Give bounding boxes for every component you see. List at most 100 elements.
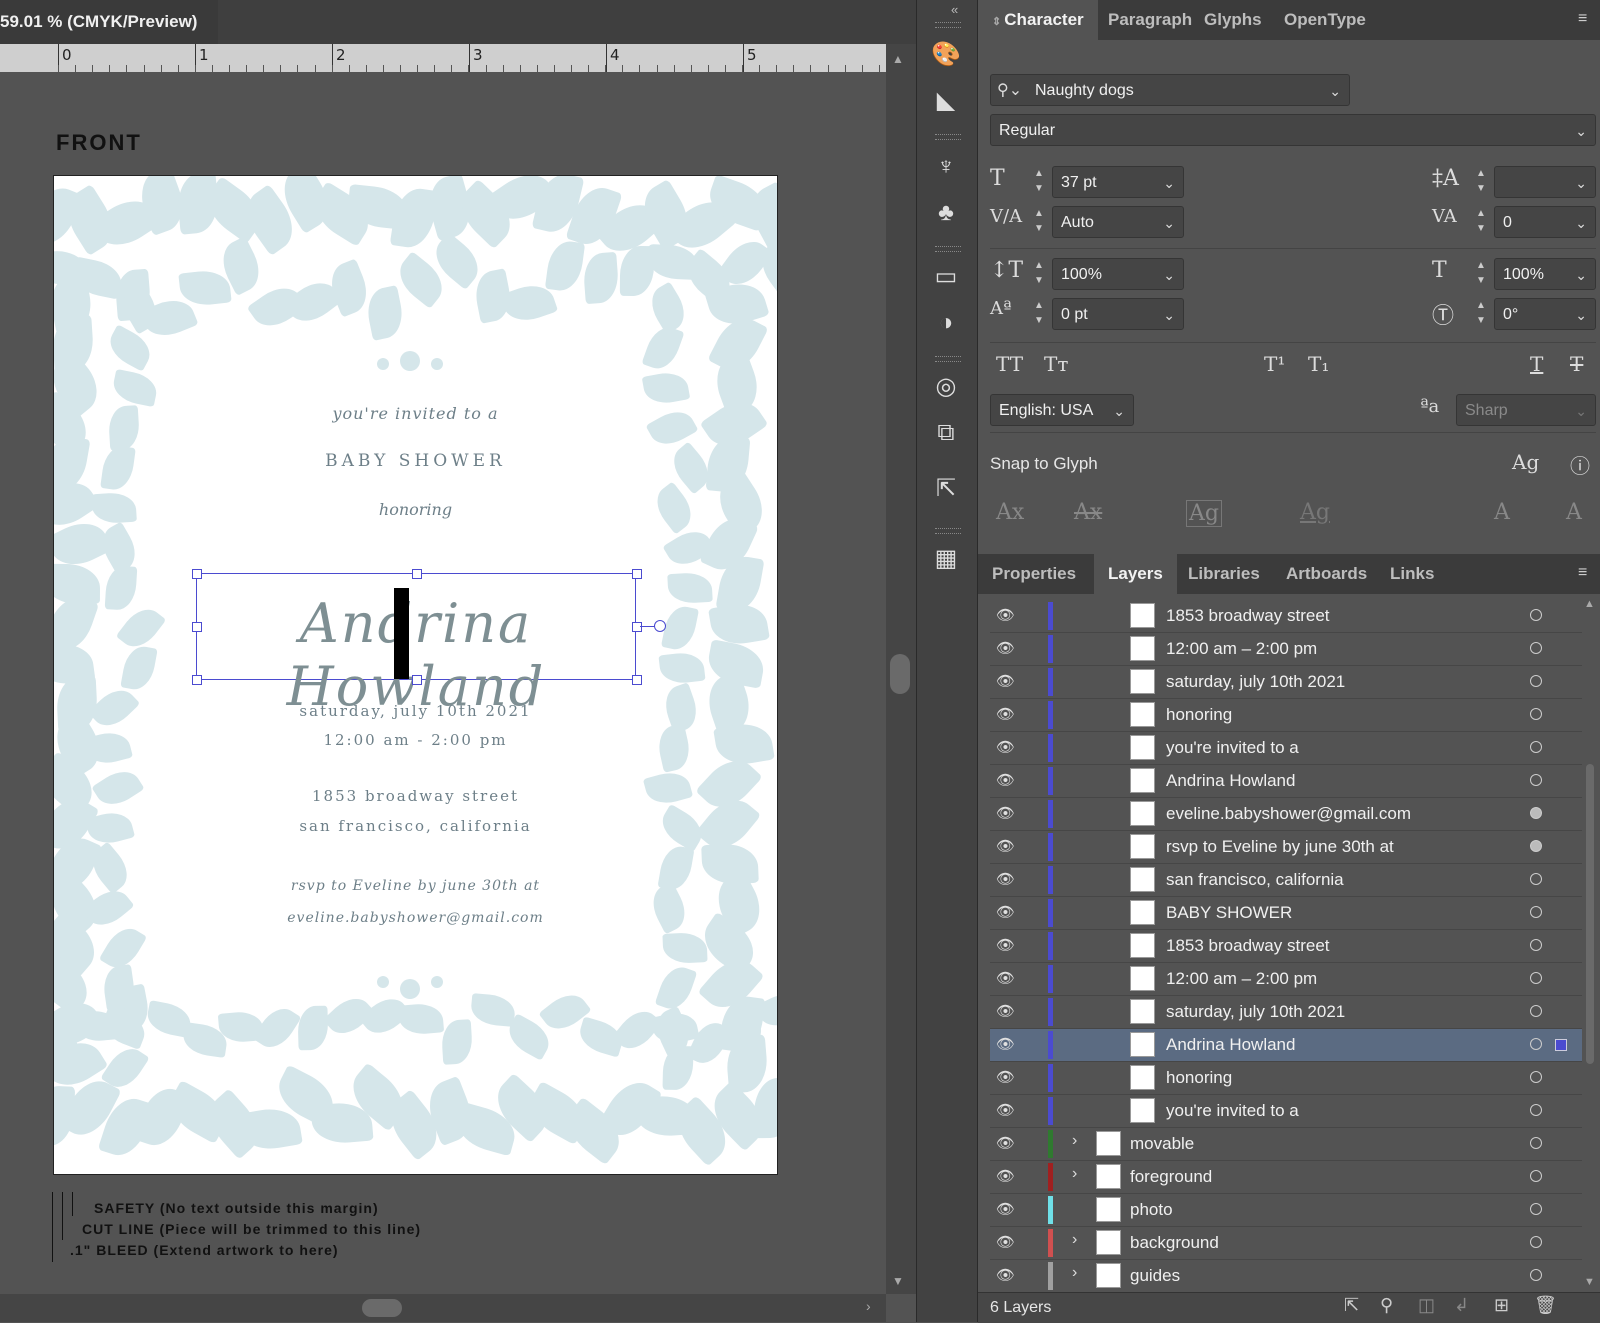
appearance-icon[interactable]: ◎ xyxy=(931,372,961,402)
document-tab[interactable]: 59.01 % (CMYK/Preview) xyxy=(0,0,219,44)
panel-menu-icon[interactable]: ≡ xyxy=(1578,564,1587,582)
layer-name[interactable]: saturday, july 10th 2021 xyxy=(1166,1002,1345,1022)
visibility-eye-icon[interactable]: 👁 xyxy=(996,837,1015,855)
invite-street[interactable]: 1853 broadway street xyxy=(54,787,777,805)
layer-row[interactable]: 👁 12:00 am – 2:00 pm xyxy=(990,633,1582,666)
transparency-icon[interactable]: ◑ xyxy=(931,308,961,338)
visibility-eye-icon[interactable]: 👁 xyxy=(996,1035,1015,1053)
dock-grip[interactable] xyxy=(935,356,961,362)
name-text-frame[interactable]: Andrina Howland xyxy=(196,573,636,718)
collapse-arrows-icon[interactable]: ⇕ xyxy=(992,16,1004,28)
horizontal-scale-stepper[interactable]: ▲ ▼ xyxy=(1470,258,1492,290)
layer-name[interactable]: Andrina Howland xyxy=(1166,771,1295,791)
scroll-up-icon[interactable]: ▲ xyxy=(892,52,904,66)
layer-row[interactable]: 👁 1853 broadway street xyxy=(990,930,1582,963)
layer-row[interactable]: 👁 1853 broadway street xyxy=(990,600,1582,633)
invite-rsvp[interactable]: rsvp to Eveline by june 30th at xyxy=(54,878,777,894)
artboard[interactable]: you're invited to a BABY SHOWER honoring… xyxy=(53,175,778,1175)
layer-row[interactable]: 👁 you're invited to a xyxy=(990,1095,1582,1128)
layer-target-icon[interactable] xyxy=(1530,1203,1542,1215)
invite-city[interactable]: san francisco, california xyxy=(54,817,777,835)
tab-opentype[interactable]: OpenType xyxy=(1270,0,1380,40)
dock-grip[interactable] xyxy=(935,22,961,28)
chevron-right-icon[interactable]: › xyxy=(1072,1165,1077,1183)
invite-line-honoring[interactable]: honoring xyxy=(54,500,777,519)
layer-target-icon[interactable] xyxy=(1530,939,1542,951)
layer-row[interactable]: 👁 honoring xyxy=(990,699,1582,732)
transform-icon[interactable]: ⧉ xyxy=(931,418,961,448)
layer-row[interactable]: 👁 rsvp to Eveline by june 30th at xyxy=(990,831,1582,864)
visibility-eye-icon[interactable]: 👁 xyxy=(996,705,1015,723)
layer-target-icon[interactable] xyxy=(1530,1236,1542,1248)
gradient-icon[interactable]: ▭ xyxy=(931,262,961,292)
layer-row[interactable]: 👁 saturday, july 10th 2021 xyxy=(990,666,1582,699)
layer-name[interactable]: honoring xyxy=(1166,1068,1232,1088)
selection-handle[interactable] xyxy=(192,569,202,579)
layer-name[interactable]: you're invited to a xyxy=(1166,1101,1299,1121)
vertical-scale-stepper[interactable]: ▲ ▼ xyxy=(1028,258,1050,290)
visibility-eye-icon[interactable]: 👁 xyxy=(996,903,1015,921)
layer-target-icon[interactable] xyxy=(1530,906,1542,918)
layer-name[interactable]: san francisco, california xyxy=(1166,870,1344,890)
tab-libraries[interactable]: Libraries xyxy=(1174,554,1274,594)
selection-handle[interactable] xyxy=(632,569,642,579)
invite-name[interactable]: Andrina Howland xyxy=(197,592,635,718)
kerning-field[interactable]: Auto ⌄ xyxy=(1052,206,1184,238)
top-layer-row[interactable]: 👁 › guides xyxy=(990,1260,1582,1293)
snap-xheight-icon[interactable]: Ax xyxy=(1074,500,1102,525)
scroll-up-icon[interactable]: ▲ xyxy=(1584,598,1595,610)
tab-artboards[interactable]: Artboards xyxy=(1272,554,1381,594)
underline-icon[interactable]: T xyxy=(1530,352,1543,376)
layer-name[interactable]: foreground xyxy=(1130,1167,1212,1187)
export-icon[interactable]: ⇱ xyxy=(931,474,961,504)
layer-row[interactable]: 👁 you're invited to a xyxy=(990,732,1582,765)
vertical-scale-field[interactable]: 100% ⌄ xyxy=(1052,258,1184,290)
layer-target-icon[interactable] xyxy=(1530,807,1542,819)
layer-name[interactable]: saturday, july 10th 2021 xyxy=(1166,672,1345,692)
layer-name[interactable]: you're invited to a xyxy=(1166,738,1299,758)
layer-name[interactable]: eveline.babyshower@gmail.com xyxy=(1166,804,1411,824)
top-layer-row[interactable]: 👁 › movable xyxy=(990,1128,1582,1161)
layer-target-icon[interactable] xyxy=(1530,1038,1542,1050)
layer-target-icon[interactable] xyxy=(1530,1104,1542,1116)
leading-field[interactable]: ⌄ xyxy=(1494,166,1596,198)
layer-target-icon[interactable] xyxy=(1530,708,1542,720)
chevron-down-icon[interactable]: ⌄ xyxy=(1329,75,1341,107)
chevron-down-icon[interactable]: ⌄ xyxy=(1163,259,1175,291)
selection-handle[interactable] xyxy=(632,675,642,685)
baseline-shift-stepper[interactable]: ▲ ▼ xyxy=(1028,298,1050,330)
tracking-stepper[interactable]: ▲ ▼ xyxy=(1470,206,1492,238)
layer-target-icon[interactable] xyxy=(1530,1170,1542,1182)
visibility-eye-icon[interactable]: 👁 xyxy=(996,804,1015,822)
selection-handle[interactable] xyxy=(632,622,642,632)
visibility-eye-icon[interactable]: 👁 xyxy=(996,1134,1015,1152)
subscript-icon[interactable]: T₁ xyxy=(1308,352,1329,376)
tracking-field[interactable]: 0 ⌄ xyxy=(1494,206,1596,238)
layer-name[interactable]: background xyxy=(1130,1233,1219,1253)
visibility-eye-icon[interactable]: 👁 xyxy=(996,1167,1015,1185)
visibility-eye-icon[interactable]: 👁 xyxy=(996,672,1015,690)
chevron-down-icon[interactable]: ⌄ xyxy=(1575,299,1587,331)
chevron-down-icon[interactable]: ⌄ xyxy=(1575,395,1587,427)
vertical-scroll-thumb[interactable] xyxy=(890,654,910,694)
layer-target-icon[interactable] xyxy=(1530,972,1542,984)
layer-target-icon[interactable] xyxy=(1530,1137,1542,1149)
layer-name[interactable]: BABY SHOWER xyxy=(1166,903,1292,923)
visibility-eye-icon[interactable]: 👁 xyxy=(996,1068,1015,1086)
scroll-right-icon[interactable]: › xyxy=(866,1298,871,1314)
visibility-eye-icon[interactable]: 👁 xyxy=(996,1002,1015,1020)
layer-target-icon[interactable] xyxy=(1530,873,1542,885)
layer-name[interactable]: honoring xyxy=(1166,705,1232,725)
top-layer-row[interactable]: 👁 › background xyxy=(990,1227,1582,1260)
chevron-right-icon[interactable]: › xyxy=(1072,1264,1077,1282)
clipping-mask-icon[interactable]: ◫ xyxy=(1418,1295,1435,1316)
chevron-down-icon[interactable]: ⌄ xyxy=(1163,299,1175,331)
layer-row[interactable]: 👁 12:00 am – 2:00 pm xyxy=(990,963,1582,996)
selection-handle[interactable] xyxy=(192,622,202,632)
tab-properties[interactable]: Properties xyxy=(978,554,1090,594)
top-layer-row[interactable]: 👁 › foreground xyxy=(990,1161,1582,1194)
snap-anchor-icon[interactable]: A xyxy=(1566,500,1582,525)
tab-layers[interactable]: Layers xyxy=(1094,554,1177,594)
color-guide-icon[interactable]: ◣ xyxy=(931,86,961,116)
font-style-select[interactable]: Regular ⌄ xyxy=(990,114,1596,146)
